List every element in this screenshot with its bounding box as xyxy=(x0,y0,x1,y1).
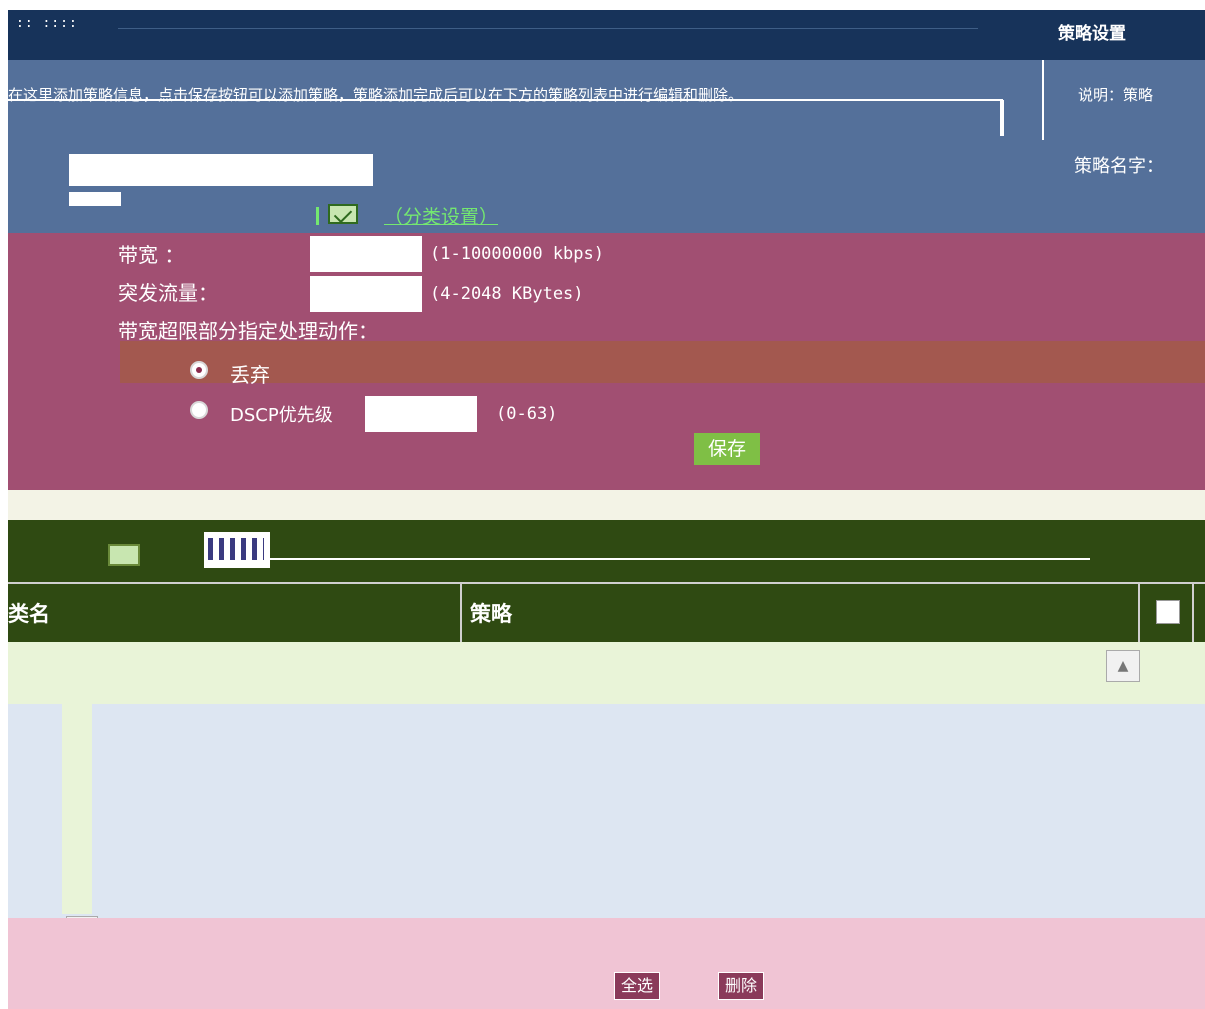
separator-mark xyxy=(316,207,319,225)
scroll-up-button[interactable]: ▲ xyxy=(1106,650,1140,682)
class-settings-link[interactable]: （分类设置） xyxy=(384,202,498,229)
overflow-action-label: 带宽超限部分指定处理动作： xyxy=(118,319,378,343)
bandwidth-input[interactable] xyxy=(310,236,422,272)
drop-option-label: 丢弃 xyxy=(230,363,270,387)
description-bar xyxy=(1000,100,1004,136)
dscp-input[interactable] xyxy=(365,396,477,432)
edit-icon[interactable] xyxy=(108,544,140,566)
column-divider xyxy=(1138,584,1140,644)
help-text: 说明：策略 xyxy=(1078,86,1154,104)
burst-label: 突发流量： xyxy=(118,281,218,305)
burst-input[interactable] xyxy=(310,276,422,312)
select-all-button[interactable]: 全选 xyxy=(614,972,661,1000)
description-underline xyxy=(8,99,1003,101)
policy-table-body xyxy=(8,642,1205,704)
column-header-class: 类名 xyxy=(8,602,50,626)
panel-spacer xyxy=(8,490,1205,520)
list-toolbar xyxy=(8,520,1205,582)
description-text: 在这里添加策略信息，点击保存按钮可以添加策略，策略添加完成后可以在下方的策略列表… xyxy=(8,86,744,104)
panel-stripe xyxy=(120,341,1205,383)
title-divider xyxy=(118,28,978,29)
save-button[interactable]: 保存 xyxy=(694,433,760,465)
burst-hint: (4-2048 KBytes) xyxy=(430,284,584,304)
edit-icon[interactable] xyxy=(328,204,358,224)
description-band: 在这里添加策略信息，点击保存按钮可以添加策略，策略添加完成后可以在下方的策略列表… xyxy=(8,60,1205,140)
class-select[interactable] xyxy=(69,192,121,206)
table-footer: 全选 删除 xyxy=(8,918,1205,1009)
policy-name-band: 策略名字： xyxy=(8,140,1205,233)
column-divider xyxy=(1192,584,1194,644)
bandwidth-hint: (1-10000000 kbps) xyxy=(430,244,604,264)
policy-table-list xyxy=(8,704,1205,918)
select-all-checkbox[interactable] xyxy=(1156,600,1180,624)
dscp-option-label: DSCP优先级 xyxy=(230,405,333,426)
page-title: 策略设置 xyxy=(1058,24,1126,44)
bandwidth-settings-panel: 带宽 ： (1-10000000 kbps) 突发流量： (4-2048 KBy… xyxy=(8,233,1205,490)
table-view-icon[interactable] xyxy=(204,532,270,568)
dscp-radio[interactable] xyxy=(190,401,208,419)
bandwidth-label: 带宽 ： xyxy=(118,243,185,267)
policy-name-label: 策略名字： xyxy=(1074,156,1164,177)
policy-name-input[interactable] xyxy=(69,154,373,186)
column-divider xyxy=(460,584,462,644)
column-header-policy: 策略 xyxy=(470,602,512,626)
title-bar: :: :::: 策略设置 xyxy=(8,10,1205,60)
dscp-hint: (0-63) xyxy=(496,404,558,424)
delete-button[interactable]: 删除 xyxy=(718,972,765,1000)
toolbar-divider xyxy=(270,558,1090,560)
title-indicator: :: :::: xyxy=(16,16,78,31)
policy-table-header: 类名 策略 xyxy=(8,582,1205,644)
table-side-column xyxy=(62,704,92,914)
drop-radio[interactable] xyxy=(190,361,208,379)
description-divider xyxy=(1042,60,1044,140)
